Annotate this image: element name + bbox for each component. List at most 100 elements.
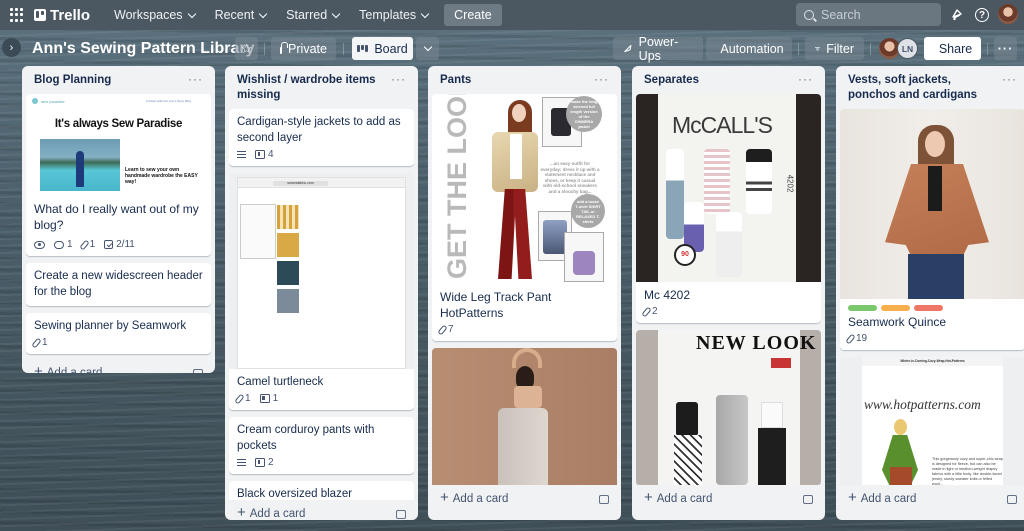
chevron-down-icon bbox=[187, 9, 196, 18]
mccalls-brand: McCALL'S bbox=[672, 112, 773, 138]
card-title: Black oversized blazer bbox=[237, 488, 353, 500]
list-title[interactable]: Blog Planning bbox=[34, 73, 111, 88]
label-orange[interactable] bbox=[881, 305, 910, 311]
list-header: Vests, soft jackets, ponchos and cardiga… bbox=[840, 66, 1024, 109]
help-icon[interactable]: ? bbox=[975, 8, 989, 22]
share-button[interactable]: Share bbox=[924, 37, 981, 60]
add-card-button[interactable]: + Add a card bbox=[237, 505, 305, 520]
label-green[interactable] bbox=[848, 305, 877, 311]
visibility-label: Private bbox=[288, 41, 327, 56]
recent-label: Recent bbox=[214, 8, 255, 22]
card-cover-image: Winter-is-Coming-Cozy-Wrap-Hot-Patterns … bbox=[840, 357, 1024, 485]
list-menu-icon[interactable]: ··· bbox=[1002, 73, 1017, 85]
pattern-note-1: make the long sleeved full length versio… bbox=[566, 96, 602, 132]
card[interactable]: seamsfabric.com Camel turtleneck 1 1 bbox=[229, 173, 414, 410]
card-template-icon[interactable] bbox=[396, 509, 406, 519]
paperclip-icon bbox=[437, 324, 448, 335]
filter-button[interactable]: Filter bbox=[805, 37, 864, 60]
chevron-down-icon bbox=[420, 9, 430, 18]
card[interactable]: GET THE LOOK make the long sleeved full … bbox=[432, 94, 617, 341]
add-card-row: + Add a card bbox=[840, 485, 1024, 515]
divider bbox=[343, 43, 344, 55]
list-menu-icon[interactable]: ··· bbox=[594, 73, 609, 85]
divider bbox=[987, 43, 988, 55]
card[interactable]: Winter-is-Coming-Cozy-Wrap-Hot-Patterns … bbox=[840, 357, 1024, 485]
card[interactable] bbox=[432, 348, 617, 485]
list-menu-icon[interactable]: ··· bbox=[188, 73, 203, 85]
trello-logo[interactable]: Trello bbox=[34, 7, 90, 24]
member-avatar-ln[interactable]: LN bbox=[897, 38, 918, 59]
list-title[interactable]: Separates bbox=[644, 73, 699, 88]
divider bbox=[264, 43, 265, 55]
card[interactable]: NEW LOOK bbox=[636, 330, 821, 485]
pdf-title: Winter-is-Coming-Cozy-Wrap-Hot-Patterns bbox=[862, 357, 1003, 366]
card-template-icon[interactable] bbox=[599, 494, 609, 504]
card[interactable]: Sewing planner by Seamwork 1 bbox=[26, 313, 211, 354]
add-card-button[interactable]: + Add a card bbox=[644, 490, 712, 505]
board-card-icon bbox=[255, 150, 265, 159]
share-label: Share bbox=[938, 41, 973, 56]
attachments-badge: 2 bbox=[641, 306, 658, 317]
plus-icon: + bbox=[848, 489, 857, 506]
card-cover-image: NEW LOOK bbox=[636, 330, 821, 485]
add-card-button[interactable]: + Add a card bbox=[34, 364, 102, 373]
more-icon: ··· bbox=[997, 41, 1014, 56]
card-template-icon[interactable] bbox=[803, 494, 813, 504]
visibility-button[interactable]: Private bbox=[271, 37, 336, 60]
star-board-button[interactable]: ☆ bbox=[235, 37, 258, 60]
card[interactable]: Black oversized blazer 1 bbox=[229, 481, 414, 500]
list-title[interactable]: Vests, soft jackets, ponchos and cardiga… bbox=[848, 73, 1002, 103]
attachments-badge: 1 bbox=[31, 337, 48, 348]
board-menu-button[interactable]: ··· bbox=[994, 37, 1017, 60]
attachments-badge: 7 bbox=[437, 324, 454, 335]
power-ups-button[interactable]: Power-Ups bbox=[613, 34, 703, 63]
list-menu-icon[interactable]: ··· bbox=[391, 73, 406, 85]
chevron-down-icon bbox=[331, 9, 341, 18]
add-card-button[interactable]: + Add a card bbox=[440, 490, 508, 505]
templates-menu[interactable]: Templates bbox=[349, 3, 438, 27]
card[interactable]: Create a new widescreen header for the b… bbox=[26, 263, 211, 306]
card[interactable]: Cardigan-style jackets to add as second … bbox=[229, 109, 414, 166]
starred-label: Starred bbox=[286, 8, 328, 22]
board-view-button[interactable]: Board bbox=[352, 37, 413, 60]
workspaces-menu[interactable]: Workspaces bbox=[104, 3, 205, 27]
card[interactable]: Seamwork Quince 19 bbox=[840, 109, 1024, 350]
automation-button[interactable]: Automation bbox=[706, 37, 792, 60]
search-box[interactable] bbox=[796, 3, 941, 26]
app-switcher-icon[interactable] bbox=[10, 8, 24, 22]
list-menu-icon[interactable]: ··· bbox=[798, 73, 813, 85]
label-red[interactable] bbox=[914, 305, 943, 311]
search-input[interactable] bbox=[821, 7, 931, 22]
card-template-icon[interactable] bbox=[193, 368, 203, 373]
divider bbox=[870, 43, 871, 55]
sidebar-expand-button[interactable]: › bbox=[2, 38, 21, 57]
card[interactable]: McCALL'S 90 4202 Mc 4202 2 bbox=[636, 94, 821, 323]
pattern-description: This gorgeously cozy and super-chic wrap… bbox=[932, 457, 1003, 485]
paperclip-icon bbox=[234, 393, 245, 404]
blog-headline: It's always Sew Paradise bbox=[54, 118, 183, 130]
view-switcher-button[interactable] bbox=[416, 37, 439, 60]
search-icon bbox=[804, 9, 814, 20]
card-title: Cardigan-style jackets to add as second … bbox=[237, 116, 401, 144]
add-card-button[interactable]: + Add a card bbox=[848, 490, 916, 505]
paperclip-icon bbox=[641, 306, 652, 317]
attachments-badge: 1 bbox=[78, 239, 95, 250]
notifications-bell-icon[interactable] bbox=[948, 6, 966, 24]
user-avatar[interactable] bbox=[998, 4, 1018, 24]
create-button[interactable]: Create bbox=[444, 4, 502, 26]
card-template-icon[interactable] bbox=[1007, 494, 1017, 504]
paperclip-icon bbox=[31, 337, 42, 348]
card-title: Wide Leg Track Pant HotPatterns bbox=[440, 290, 552, 320]
list-title[interactable]: Wishlist / wardrobe items missing bbox=[237, 73, 391, 103]
card[interactable]: sew paradise Contact with Ann Ann's Stor… bbox=[26, 94, 211, 256]
board-title[interactable]: Ann's Sewing Pattern Library bbox=[32, 40, 255, 58]
checklist-badge: 2/11 bbox=[104, 239, 135, 250]
power-ups-label: Power-Ups bbox=[638, 34, 679, 63]
card[interactable]: Cream corduroy pants with pockets 2 bbox=[229, 417, 414, 474]
add-card-row: + Add a card bbox=[229, 500, 414, 520]
list-title[interactable]: Pants bbox=[440, 73, 471, 88]
starred-menu[interactable]: Starred bbox=[276, 3, 349, 27]
attachments-badge: 19 bbox=[845, 333, 867, 344]
recent-menu[interactable]: Recent bbox=[205, 3, 277, 27]
look-description: ...an easy outfit for everyday; dress it… bbox=[540, 161, 600, 194]
